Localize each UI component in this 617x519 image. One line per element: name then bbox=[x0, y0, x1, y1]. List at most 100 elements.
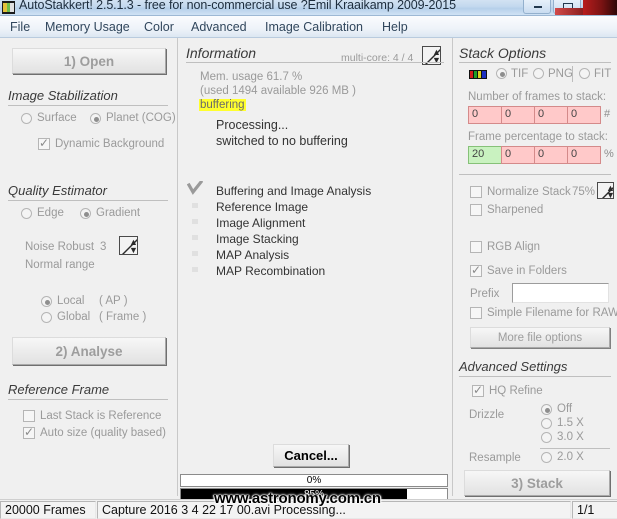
stack-options-rule bbox=[459, 62, 611, 63]
number-of-frames-fields[interactable]: 0 0 0 0 bbox=[468, 106, 601, 124]
radio-drizzle-1-5x-label: 1.5 X bbox=[557, 417, 584, 429]
checkbox-save-in-folders[interactable] bbox=[470, 263, 482, 277]
checkbox-dynamic-background-label: Dynamic Background bbox=[55, 138, 165, 150]
progress-bar-top-label: 0% bbox=[306, 475, 322, 486]
radio-planet-cog-label: Planet (COG) bbox=[106, 112, 176, 124]
stack-button[interactable]: 3) Stack bbox=[464, 470, 610, 496]
frames-field-1[interactable]: 0 bbox=[468, 106, 502, 124]
step-marker-3 bbox=[192, 219, 198, 224]
stack-options-title: Stack Options bbox=[459, 45, 547, 61]
menu-item-file[interactable]: File bbox=[6, 19, 34, 35]
advanced-settings-rule bbox=[459, 376, 611, 377]
frames-field-4[interactable]: 0 bbox=[567, 106, 601, 124]
radio-local-ap[interactable] bbox=[41, 296, 52, 307]
stepper-down-icon: ▼ bbox=[129, 245, 138, 255]
radio-resample-2-0x-label: 2.0 X bbox=[557, 451, 584, 463]
checkbox-auto-size[interactable] bbox=[23, 425, 35, 439]
menu-item-advanced[interactable]: Advanced bbox=[187, 19, 251, 35]
radio-surface-label: Surface bbox=[37, 112, 77, 124]
checkbox-dynamic-background[interactable] bbox=[38, 136, 50, 150]
percentage-field-4[interactable]: 0 bbox=[567, 146, 601, 164]
checkbox-hq-refine[interactable] bbox=[472, 383, 484, 397]
frames-field-2[interactable]: 0 bbox=[501, 106, 535, 124]
radio-drizzle-off-label: Off bbox=[557, 403, 573, 415]
menu-item-image-calibration[interactable]: Image Calibration bbox=[261, 19, 367, 35]
frame-percentage-fields[interactable]: 20 0 0 0 bbox=[468, 146, 601, 164]
radio-resample-2-0x[interactable] bbox=[541, 452, 552, 463]
buffering-status: buffering bbox=[199, 99, 246, 111]
radio-format-fit-label: FIT bbox=[594, 68, 612, 80]
radio-edge[interactable] bbox=[21, 208, 32, 219]
frames-field-3[interactable]: 0 bbox=[534, 106, 568, 124]
checkbox-last-stack-is-reference[interactable] bbox=[23, 410, 35, 422]
checkbox-sharpened-label: Sharpened bbox=[487, 204, 544, 216]
step-buffering-and-image-analysis: Buffering and Image Analysis bbox=[216, 184, 372, 198]
information-title: Information bbox=[186, 45, 257, 61]
radio-global-label: Global bbox=[57, 311, 91, 323]
memory-usage-text: Mem. usage 61.7 % bbox=[200, 71, 303, 83]
step-reference-image: Reference Image bbox=[216, 200, 309, 214]
checkbox-rgb-align[interactable] bbox=[470, 241, 482, 253]
checkbox-auto-size-label: Auto size (quality based) bbox=[40, 427, 166, 439]
step-marker-5 bbox=[192, 251, 198, 256]
checkbox-last-stack-label: Last Stack is Reference bbox=[40, 410, 162, 422]
processing-line: Processing... bbox=[216, 118, 289, 132]
percentage-field-1[interactable]: 20 bbox=[468, 146, 502, 164]
radio-drizzle-3-0x[interactable] bbox=[541, 432, 552, 443]
radio-gradient[interactable] bbox=[80, 208, 91, 219]
radio-drizzle-1-5x[interactable] bbox=[541, 418, 552, 429]
prefix-label: Prefix bbox=[470, 288, 500, 300]
information-rule bbox=[186, 62, 444, 63]
radio-format-png[interactable] bbox=[533, 68, 544, 79]
radio-global-frame[interactable] bbox=[41, 312, 52, 323]
menu-item-memory-usage[interactable]: Memory Usage bbox=[41, 19, 134, 35]
radio-format-tif[interactable] bbox=[496, 68, 507, 79]
prefix-input-value bbox=[513, 284, 608, 288]
number-of-frames-label: Number of frames to stack: bbox=[468, 91, 607, 103]
memory-detail-text: (used 1494 available 926 MB ) bbox=[200, 85, 356, 97]
menu-item-help[interactable]: Help bbox=[378, 19, 412, 35]
divider-right bbox=[452, 38, 453, 496]
checkbox-simple-filename-for-raw[interactable] bbox=[470, 307, 482, 319]
divider-left bbox=[177, 38, 178, 496]
prefix-input[interactable] bbox=[512, 283, 609, 303]
normalize-stack-stepper[interactable]: ▲ ▼ bbox=[597, 182, 614, 199]
radio-surface[interactable] bbox=[21, 113, 32, 124]
checkbox-sharpened[interactable] bbox=[470, 204, 482, 216]
window-title: AutoStakkert! 2.5.1.3 - free for non-com… bbox=[19, 0, 456, 12]
more-file-options-button[interactable]: More file options bbox=[470, 327, 610, 348]
radio-drizzle-off[interactable] bbox=[541, 404, 552, 415]
step-map-recombination: MAP Recombination bbox=[216, 264, 326, 278]
open-button[interactable]: 1) Open bbox=[12, 48, 166, 74]
quality-estimator-rule bbox=[8, 200, 168, 201]
resample-label: Resample bbox=[469, 452, 521, 464]
noise-robust-stepper[interactable]: ▲ ▼ bbox=[119, 236, 138, 255]
radio-format-png-label: PNG bbox=[548, 68, 573, 80]
stack-options-bottom-rule bbox=[459, 174, 611, 175]
checkbox-normalize-stack[interactable] bbox=[470, 186, 482, 198]
watermark-text: www.astronomy.com.cn bbox=[214, 490, 381, 507]
percentage-field-3[interactable]: 0 bbox=[534, 146, 568, 164]
desktop-background-strip-inner bbox=[555, 8, 583, 15]
radio-planet-cog[interactable] bbox=[90, 113, 101, 124]
radio-gradient-label: Gradient bbox=[96, 207, 141, 219]
status-page-indicator: 1/1 bbox=[572, 501, 617, 519]
menu-item-color[interactable]: Color bbox=[140, 19, 178, 35]
stepper-down-icon: ▼ bbox=[606, 191, 613, 199]
step-image-alignment: Image Alignment bbox=[216, 216, 306, 230]
radio-format-fit[interactable] bbox=[579, 68, 590, 79]
radio-format-tif-label: TIF bbox=[511, 68, 529, 80]
checkbox-hq-refine-label: HQ Refine bbox=[489, 385, 543, 397]
reference-frame-rule bbox=[8, 399, 168, 400]
checkbox-rgb-align-label: RGB Align bbox=[487, 241, 541, 253]
analyse-button[interactable]: 2) Analyse bbox=[12, 337, 166, 365]
switched-line: switched to no buffering bbox=[216, 134, 348, 148]
percentage-field-2[interactable]: 0 bbox=[501, 146, 535, 164]
menu-bar: File Memory Usage Color Advanced Image C… bbox=[0, 16, 617, 38]
step-map-analysis: MAP Analysis bbox=[216, 248, 290, 262]
radio-edge-label: Edge bbox=[37, 207, 64, 219]
radio-local-label: Local bbox=[57, 295, 85, 307]
format-separator bbox=[572, 66, 573, 82]
minimize-button[interactable] bbox=[523, 0, 551, 14]
cancel-button[interactable]: Cancel... bbox=[273, 444, 349, 467]
